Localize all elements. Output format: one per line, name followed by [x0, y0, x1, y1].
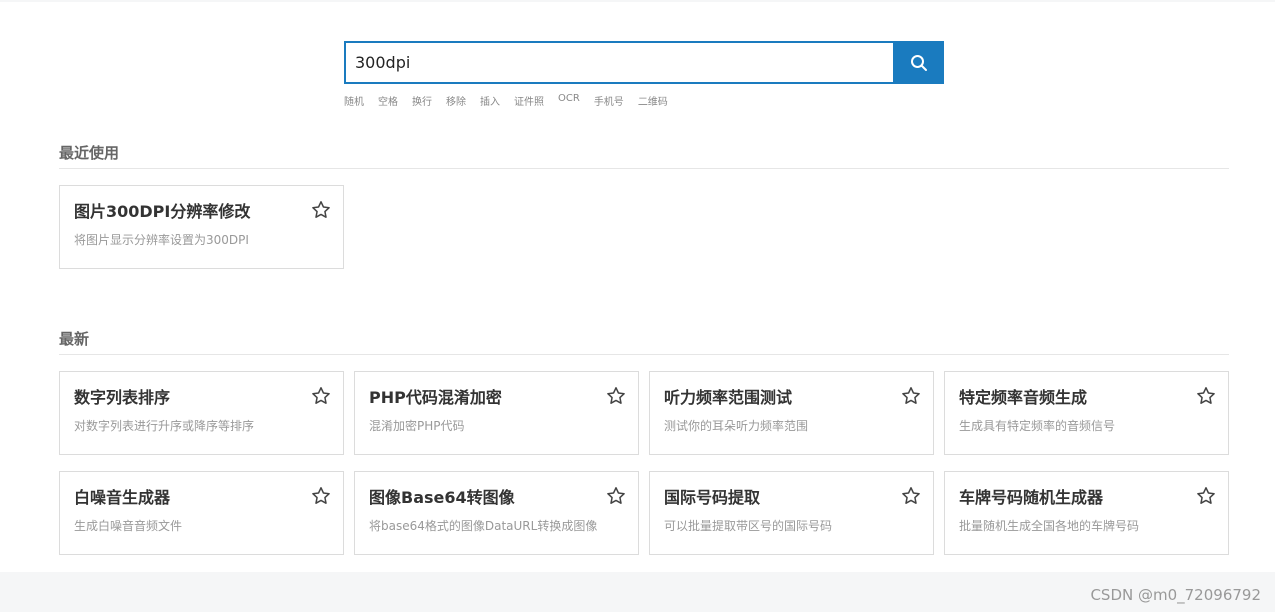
- search-button[interactable]: [893, 41, 944, 84]
- recent-section-title: 最近使用: [59, 144, 120, 162]
- tool-card-title: 听力频率范围测试: [664, 388, 793, 407]
- page-content: 随机 空格 换行 移除 插入 证件照 OCR 手机号 二维码 最近使用 图片30…: [0, 2, 1275, 572]
- tool-card[interactable]: 听力频率范围测试 测试你的耳朵听力频率范围: [649, 371, 934, 455]
- tool-card-desc: 将base64格式的图像DataURL转换成图像: [369, 519, 598, 533]
- tool-card-desc: 可以批量提取带区号的国际号码: [664, 519, 833, 533]
- quick-links: 随机 空格 换行 移除 插入 证件照 OCR 手机号 二维码: [344, 93, 668, 108]
- tool-card[interactable]: 白噪音生成器 生成白噪音音频文件: [59, 471, 344, 555]
- quick-link-random[interactable]: 随机: [344, 93, 364, 108]
- tool-card-desc: 批量随机生成全国各地的车牌号码: [959, 519, 1140, 533]
- recent-divider: [59, 168, 1229, 169]
- tool-card-title: 特定频率音频生成: [959, 388, 1088, 407]
- tool-card-title: 白噪音生成器: [74, 488, 171, 507]
- tool-card-title: 国际号码提取: [664, 488, 761, 507]
- star-icon[interactable]: [1196, 386, 1216, 406]
- tool-card[interactable]: 特定频率音频生成 生成具有特定频率的音频信号: [944, 371, 1229, 455]
- tool-card[interactable]: 图片300DPI分辨率修改 将图片显示分辨率设置为300DPI: [59, 185, 344, 269]
- star-icon[interactable]: [901, 486, 921, 506]
- star-icon[interactable]: [606, 486, 626, 506]
- tool-card-desc: 混淆加密PHP代码: [369, 419, 465, 433]
- tool-card[interactable]: PHP代码混淆加密 混淆加密PHP代码: [354, 371, 639, 455]
- tool-card-desc: 对数字列表进行升序或降序等排序: [74, 419, 255, 433]
- search-icon: [910, 54, 927, 71]
- tool-card[interactable]: 数字列表排序 对数字列表进行升序或降序等排序: [59, 371, 344, 455]
- tool-card[interactable]: 图像Base64转图像 将base64格式的图像DataURL转换成图像: [354, 471, 639, 555]
- tool-card-title: 车牌号码随机生成器: [959, 488, 1104, 507]
- tool-card[interactable]: 车牌号码随机生成器 批量随机生成全国各地的车牌号码: [944, 471, 1229, 555]
- search-input[interactable]: [344, 41, 893, 84]
- quick-link-space[interactable]: 空格: [378, 93, 398, 108]
- star-icon[interactable]: [311, 486, 331, 506]
- tool-card-desc: 将图片显示分辨率设置为300DPI: [74, 233, 249, 247]
- quick-link-phone[interactable]: 手机号: [594, 93, 624, 108]
- tool-card-desc: 生成具有特定频率的音频信号: [959, 419, 1116, 433]
- star-icon[interactable]: [606, 386, 626, 406]
- tool-card-desc: 生成白噪音音频文件: [74, 519, 183, 533]
- quick-link-ocr[interactable]: OCR: [558, 93, 580, 108]
- watermark: CSDN @m0_72096792: [1090, 586, 1261, 604]
- quick-link-id-photo[interactable]: 证件照: [514, 93, 544, 108]
- tool-card-title: 图片300DPI分辨率修改: [74, 202, 251, 221]
- star-icon[interactable]: [311, 386, 331, 406]
- star-icon[interactable]: [901, 386, 921, 406]
- latest-divider: [59, 354, 1229, 355]
- quick-link-newline[interactable]: 换行: [412, 93, 432, 108]
- tool-card-title: 数字列表排序: [74, 388, 171, 407]
- quick-link-remove[interactable]: 移除: [446, 93, 466, 108]
- tool-card-desc: 测试你的耳朵听力频率范围: [664, 419, 809, 433]
- quick-link-insert[interactable]: 插入: [480, 93, 500, 108]
- star-icon[interactable]: [311, 200, 331, 220]
- tool-card-title: PHP代码混淆加密: [369, 388, 502, 407]
- latest-section-title: 最新: [59, 330, 90, 348]
- quick-link-qrcode[interactable]: 二维码: [638, 93, 668, 108]
- star-icon[interactable]: [1196, 486, 1216, 506]
- tool-card[interactable]: 国际号码提取 可以批量提取带区号的国际号码: [649, 471, 934, 555]
- tool-card-title: 图像Base64转图像: [369, 488, 515, 507]
- search-bar: [344, 41, 944, 84]
